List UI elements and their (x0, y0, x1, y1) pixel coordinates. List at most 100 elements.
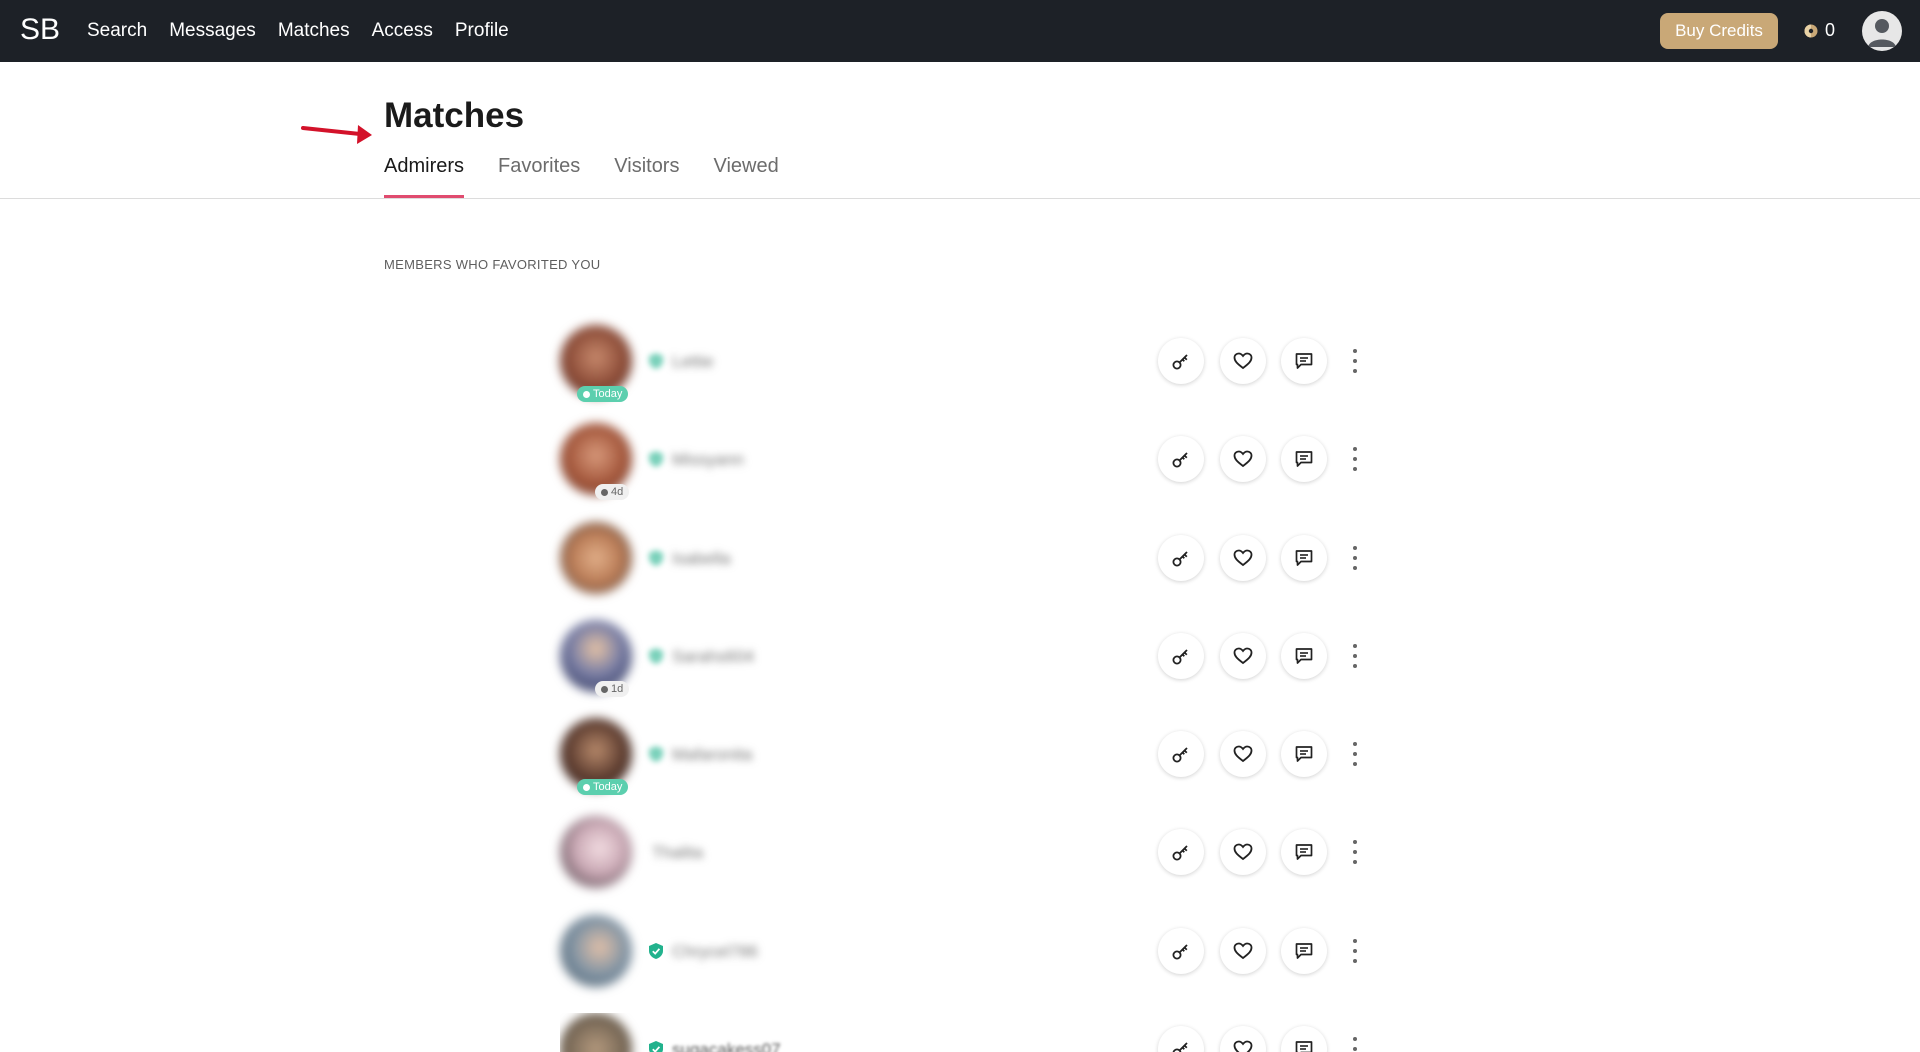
more-options-icon[interactable] (1349, 1037, 1361, 1052)
verified-badge-icon (649, 746, 663, 762)
member-row[interactable]: Thalita (560, 816, 1380, 896)
tab-favorites[interactable]: Favorites (498, 155, 580, 198)
member-username[interactable]: Lettie (672, 352, 714, 372)
member-row[interactable]: 4d Missyann (560, 423, 1380, 503)
more-options-icon[interactable] (1349, 546, 1361, 570)
message-icon (1295, 1041, 1313, 1052)
nav-matches[interactable]: Matches (278, 20, 350, 42)
key-button[interactable] (1158, 1026, 1204, 1052)
key-button[interactable] (1158, 338, 1204, 384)
nav-access[interactable]: Access (372, 20, 433, 42)
heart-icon (1233, 843, 1253, 861)
favorite-button[interactable] (1220, 829, 1266, 875)
nav-messages[interactable]: Messages (169, 20, 256, 42)
member-username[interactable]: Isabella (672, 549, 731, 569)
favorite-button[interactable] (1220, 338, 1266, 384)
nav-profile[interactable]: Profile (455, 20, 509, 42)
message-button[interactable] (1281, 731, 1327, 777)
heart-icon (1233, 450, 1253, 468)
top-navigation-bar: SB Search Messages Matches Access Profil… (0, 0, 1920, 62)
member-username[interactable]: Chrycel786 (672, 942, 758, 962)
heart-icon (1233, 647, 1253, 665)
message-button[interactable] (1281, 535, 1327, 581)
key-icon (1172, 845, 1188, 861)
favorite-button[interactable] (1220, 535, 1266, 581)
status-badge: 1d (595, 681, 630, 697)
member-row[interactable]: Chrycel786 (560, 915, 1380, 995)
message-icon (1295, 943, 1313, 959)
heart-icon (1233, 549, 1253, 567)
member-photo[interactable] (560, 816, 632, 888)
member-row[interactable]: Today Lettie (560, 325, 1380, 405)
credits-coin-icon (1804, 24, 1818, 37)
message-icon (1295, 844, 1313, 860)
key-button[interactable] (1158, 535, 1204, 581)
favorite-button[interactable] (1220, 731, 1266, 777)
heart-icon (1233, 352, 1253, 370)
status-badge: 4d (595, 484, 630, 500)
favorite-button[interactable] (1220, 928, 1266, 974)
verified-badge-icon (649, 353, 663, 369)
more-options-icon[interactable] (1349, 349, 1361, 373)
main-nav: Search Messages Matches Access Profile (87, 20, 509, 42)
message-button[interactable] (1281, 338, 1327, 384)
member-username[interactable]: sugacakess07 (672, 1040, 781, 1052)
key-icon (1172, 452, 1188, 468)
tab-viewed[interactable]: Viewed (713, 155, 778, 198)
key-icon (1172, 1042, 1188, 1052)
key-button[interactable] (1158, 829, 1204, 875)
member-username[interactable]: Missyann (672, 450, 744, 470)
tabs-divider (0, 198, 1920, 199)
member-username[interactable]: Sarahs604 (672, 647, 754, 667)
status-badge: Today (577, 779, 629, 795)
tab-admirers[interactable]: Admirers (384, 155, 465, 198)
more-options-icon[interactable] (1349, 840, 1361, 864)
matches-tabs: Admirers Favorites Visitors Viewed (384, 155, 779, 198)
tab-visitors[interactable]: Visitors (614, 155, 679, 198)
member-photo[interactable] (560, 1013, 632, 1052)
member-row[interactable]: Isabella (560, 522, 1380, 602)
key-button[interactable] (1158, 633, 1204, 679)
more-options-icon[interactable] (1349, 742, 1361, 766)
credits-counter[interactable]: 0 (1803, 20, 1835, 41)
key-button[interactable] (1158, 928, 1204, 974)
message-icon (1295, 451, 1313, 467)
message-button[interactable] (1281, 928, 1327, 974)
member-row[interactable]: Today Mafaronita (560, 718, 1380, 798)
message-icon (1295, 746, 1313, 762)
heart-icon (1233, 942, 1253, 960)
more-options-icon[interactable] (1349, 644, 1361, 668)
member-username[interactable]: Mafaronita (672, 745, 752, 765)
more-options-icon[interactable] (1349, 939, 1361, 963)
more-options-icon[interactable] (1349, 447, 1361, 471)
message-button[interactable] (1281, 1026, 1327, 1052)
page-title: Matches (384, 96, 525, 135)
message-icon (1295, 648, 1313, 664)
verified-badge-icon (649, 943, 663, 959)
site-logo[interactable]: SB (20, 13, 60, 47)
message-button[interactable] (1281, 829, 1327, 875)
nav-search[interactable]: Search (87, 20, 147, 42)
key-button[interactable] (1158, 731, 1204, 777)
buy-credits-button[interactable]: Buy Credits (1660, 13, 1778, 49)
message-button[interactable] (1281, 436, 1327, 482)
member-photo[interactable] (560, 522, 632, 594)
key-icon (1172, 944, 1188, 960)
member-username[interactable]: Thalita (652, 843, 703, 863)
key-button[interactable] (1158, 436, 1204, 482)
key-icon (1172, 354, 1188, 370)
favorite-button[interactable] (1220, 633, 1266, 679)
message-button[interactable] (1281, 633, 1327, 679)
favorite-button[interactable] (1220, 1026, 1266, 1052)
message-icon (1295, 353, 1313, 369)
verified-badge-icon (649, 451, 663, 467)
member-photo[interactable] (560, 915, 632, 987)
favorite-button[interactable] (1220, 436, 1266, 482)
red-annotation-arrow-icon (301, 125, 372, 144)
member-row[interactable]: 1d Sarahs604 (560, 620, 1380, 700)
status-badge: Today (577, 386, 629, 402)
key-icon (1172, 649, 1188, 665)
user-avatar-icon[interactable] (1862, 11, 1902, 51)
member-row[interactable]: sugacakess07 (560, 1013, 1380, 1052)
section-label: MEMBERS WHO FAVORITED YOU (384, 257, 601, 272)
